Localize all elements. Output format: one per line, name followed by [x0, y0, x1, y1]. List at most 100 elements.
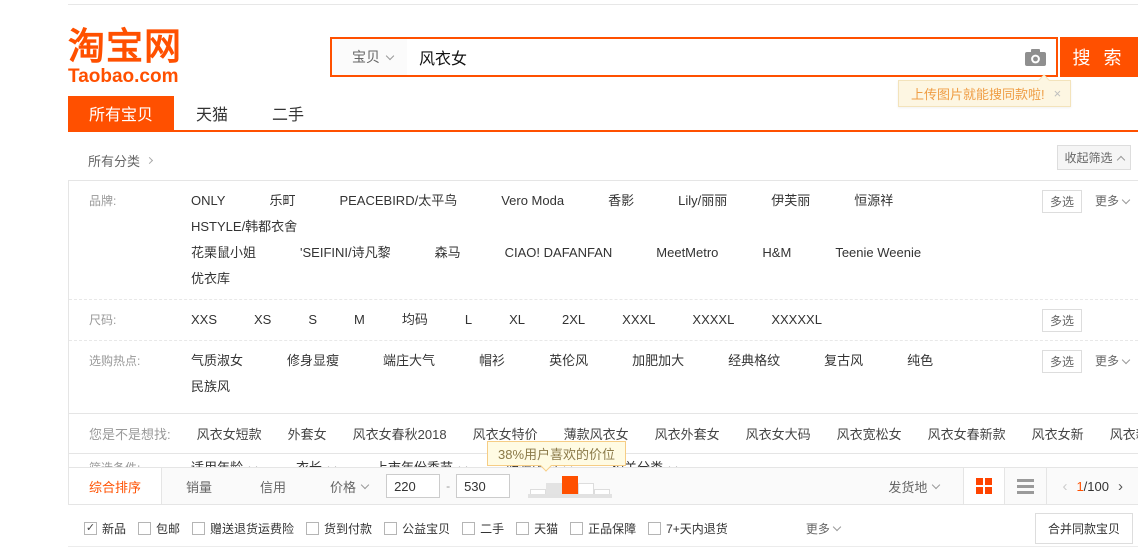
brand-option[interactable]: 优衣库 — [191, 266, 230, 292]
checkbox[interactable] — [306, 522, 319, 535]
service-filter-label: 包邮 — [156, 520, 180, 537]
sort-option[interactable]: 销量 — [162, 468, 236, 504]
checkbox[interactable] — [138, 522, 151, 535]
checkbox[interactable] — [570, 522, 583, 535]
checkbox[interactable] — [648, 522, 661, 535]
service-filter[interactable]: 7+天内退货 — [648, 520, 728, 537]
service-filter[interactable]: 新品 — [84, 520, 126, 537]
sort-option[interactable]: 综合排序 — [69, 468, 162, 504]
brand-option[interactable]: 森马 — [435, 240, 461, 266]
related-search-list: 风衣女短款外套女风衣女春秋2018风衣女特价薄款风衣女风衣外套女风衣女大码风衣宽… — [197, 424, 1138, 443]
hot-option[interactable]: 端庄大气 — [383, 348, 435, 374]
brand-option[interactable]: 花栗鼠小姐 — [191, 240, 256, 266]
brand-option[interactable]: 香影 — [608, 188, 634, 214]
checkbox[interactable] — [192, 522, 205, 535]
previous-page-button[interactable]: ‹ — [1062, 478, 1067, 495]
hot-option[interactable]: 修身显瘦 — [287, 348, 339, 374]
camera-search-button[interactable] — [1014, 39, 1056, 75]
checkbox[interactable] — [384, 522, 397, 535]
brand-option[interactable]: Lily/丽丽 — [678, 188, 727, 214]
service-more-link[interactable]: 更多 — [806, 520, 840, 537]
store-type-tab[interactable]: 二手 — [272, 96, 304, 130]
related-search-link[interactable]: 风衣女新 — [1032, 424, 1084, 443]
brand-option[interactable]: ONLY — [191, 188, 225, 214]
size-option[interactable]: 均码 — [402, 307, 428, 333]
hot-option[interactable]: 经典格纹 — [728, 348, 780, 374]
brand-option[interactable]: HSTYLE/韩都衣舍 — [191, 214, 297, 240]
brand-option[interactable]: 乐町 — [269, 188, 295, 214]
hot-multi-select-button[interactable]: 多选 — [1042, 350, 1082, 373]
brand-option[interactable]: PEACEBIRD/太平鸟 — [339, 188, 457, 214]
related-search-link[interactable]: 风衣外套女 — [655, 424, 720, 443]
store-type-tab[interactable]: 所有宝贝 — [68, 96, 174, 130]
brand-line-2: 花栗鼠小姐 'SEIFINI/诗凡黎 森马 CIAO! DAFANFAN MeetMet… — [191, 240, 1042, 292]
related-search-link[interactable]: 风衣宽松女 — [837, 424, 902, 443]
hot-option[interactable]: 民族风 — [191, 374, 230, 400]
hot-option[interactable]: 英伦风 — [549, 348, 588, 374]
hot-option[interactable]: 复古风 — [824, 348, 863, 374]
brand-multi-select-button[interactable]: 多选 — [1042, 190, 1082, 213]
service-filter[interactable]: 天猫 — [516, 520, 558, 537]
sort-tabs: 综合排序销量信用 — [69, 468, 310, 504]
chevron-down-icon — [1122, 195, 1130, 203]
service-filter[interactable]: 货到付款 — [306, 520, 372, 537]
hot-option[interactable]: 气质淑女 — [191, 348, 243, 374]
size-option[interactable]: XXS — [191, 307, 217, 333]
collapse-filters-button[interactable]: 收起筛选 — [1057, 145, 1131, 170]
brand-option[interactable]: CIAO! DAFANFAN — [505, 240, 613, 266]
merge-same-items-button[interactable]: 合并同款宝贝 — [1035, 513, 1133, 544]
price-min-input[interactable] — [386, 474, 440, 498]
checkbox[interactable] — [84, 522, 97, 535]
related-search-link[interactable]: 风衣女春新款 — [928, 424, 1006, 443]
service-filter[interactable]: 赠送退货运费险 — [192, 520, 294, 537]
size-option[interactable]: L — [465, 307, 472, 333]
brand-option[interactable]: 恒源祥 — [854, 188, 893, 214]
related-search-link[interactable]: 风衣女短款 — [197, 424, 262, 443]
sort-option[interactable]: 信用 — [236, 468, 310, 504]
sort-by-price[interactable]: 价格 — [310, 477, 378, 496]
size-option[interactable]: XL — [509, 307, 525, 333]
checkbox[interactable] — [516, 522, 529, 535]
size-option[interactable]: S — [308, 307, 317, 333]
search-input[interactable] — [407, 39, 1014, 75]
related-search-link[interactable]: 风衣新款女春秋 — [1110, 424, 1138, 443]
search-category-dropdown[interactable]: 宝贝 — [332, 39, 407, 75]
size-option[interactable]: M — [354, 307, 365, 333]
brand-option[interactable]: Vero Moda — [501, 188, 564, 214]
hot-option[interactable]: 加肥加大 — [632, 348, 684, 374]
next-page-button[interactable]: › — [1118, 478, 1123, 495]
brand-option[interactable]: 伊芙丽 — [771, 188, 810, 214]
brand-option[interactable]: 'SEIFINI/诗凡黎 — [300, 240, 391, 266]
store-type-tab[interactable]: 天猫 — [196, 96, 228, 130]
service-filter[interactable]: 正品保障 — [570, 520, 636, 537]
price-histogram[interactable] — [528, 474, 612, 498]
brand-option[interactable]: MeetMetro — [656, 240, 718, 266]
ship-from-dropdown[interactable]: 发货地 — [888, 477, 939, 496]
checkbox[interactable] — [462, 522, 475, 535]
brand-option[interactable]: H&M — [762, 240, 791, 266]
hot-option[interactable]: 帽衫 — [479, 348, 505, 374]
hot-more-link[interactable]: 更多 — [1095, 348, 1129, 374]
brand-more-link[interactable]: 更多 — [1095, 188, 1129, 214]
service-filter[interactable]: 二手 — [462, 520, 504, 537]
related-search-link[interactable]: 外套女 — [288, 424, 327, 443]
brand-option[interactable]: Teenie Weenie — [835, 240, 921, 266]
grid-view-button[interactable] — [963, 468, 1005, 504]
list-view-button[interactable] — [1005, 468, 1047, 504]
taobao-logo[interactable]: 淘宝网 Taobao.com — [68, 28, 182, 88]
related-search-link[interactable]: 风衣女春秋2018 — [353, 424, 447, 443]
hot-option[interactable]: 纯色 — [907, 348, 933, 374]
size-option[interactable]: XXXXXL — [771, 307, 822, 333]
size-multi-select-button[interactable]: 多选 — [1042, 309, 1082, 332]
breadcrumb[interactable]: 所有分类 — [88, 151, 152, 170]
close-icon[interactable]: × — [1054, 86, 1062, 101]
size-option[interactable]: 2XL — [562, 307, 585, 333]
size-option[interactable]: XXXXL — [692, 307, 734, 333]
related-search-link[interactable]: 风衣女大码 — [746, 424, 811, 443]
price-max-input[interactable] — [456, 474, 510, 498]
size-option[interactable]: XXXL — [622, 307, 655, 333]
size-option[interactable]: XS — [254, 307, 271, 333]
service-filter[interactable]: 包邮 — [138, 520, 180, 537]
search-button[interactable]: 搜 索 — [1060, 37, 1138, 77]
service-filter[interactable]: 公益宝贝 — [384, 520, 450, 537]
